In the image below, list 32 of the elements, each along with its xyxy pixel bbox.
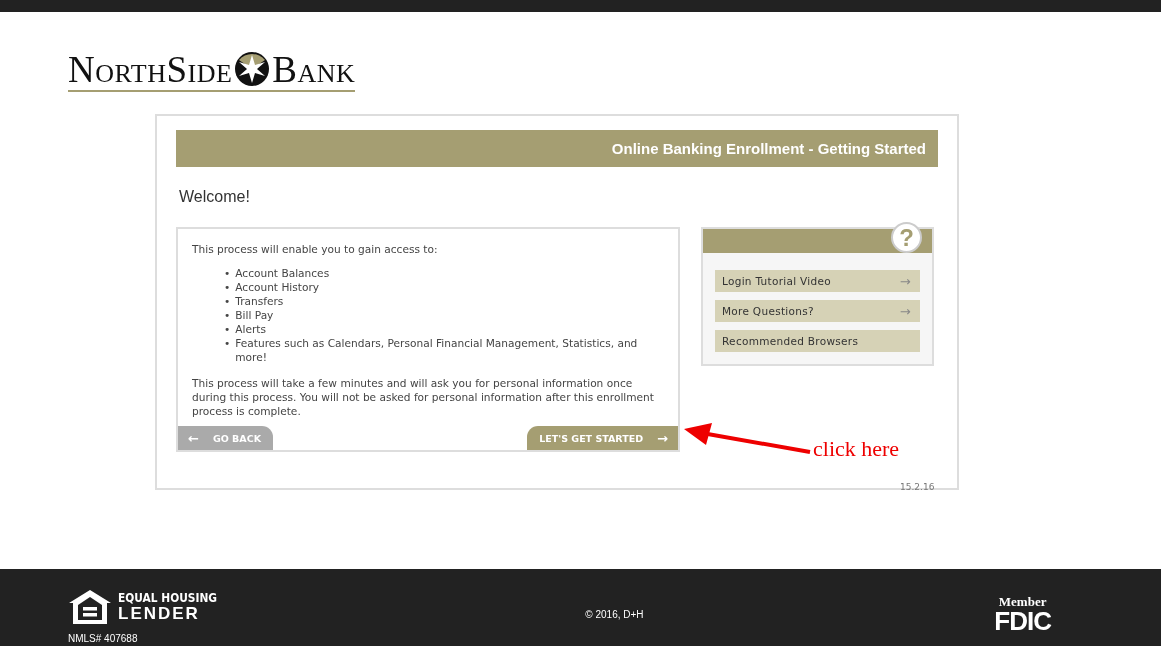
feature-item: Account History <box>235 280 320 294</box>
bullet: • <box>224 294 231 308</box>
panel-title: Online Banking Enrollment - Getting Started <box>611 140 926 157</box>
help-link[interactable]: Login Tutorial Video → <box>715 270 920 292</box>
bullet: • <box>224 280 231 294</box>
help-link[interactable]: Recommended Browsers <box>715 330 920 352</box>
help-icon: ? <box>891 222 922 253</box>
feature-item: Alerts <box>235 322 266 336</box>
equal-housing-text: EQUAL HOUSING <box>118 592 218 605</box>
bullet: • <box>224 308 231 322</box>
copyright-text: © 2016, D+H <box>585 608 644 620</box>
nmls-text: NMLS# 407688 <box>68 633 139 644</box>
star-emblem-icon <box>234 50 271 88</box>
logo-text: NorthSide <box>68 50 233 88</box>
welcome-heading: Welcome! <box>179 188 250 205</box>
logo-text: Bank <box>272 50 356 88</box>
feature-item: Features such as Calendars, Personal Financial Management, Statistics, and more! <box>235 336 639 364</box>
lender-text: LENDER <box>118 604 201 622</box>
intro-text: This process will enable you to gain access to: <box>192 243 438 255</box>
help-link[interactable]: More Questions? → <box>715 300 920 322</box>
feature-item: Account Balances <box>235 266 330 280</box>
fdic-logo-text: FDIC <box>994 608 1051 634</box>
note-text: This process will take a few minutes and will ask you for personal information once during this process. You will not be asked for personal information after this enrollment process is complete. <box>192 377 654 417</box>
bullet: • <box>224 266 231 280</box>
feature-item: Transfers <box>235 294 284 308</box>
version-text: 15.2.16 <box>900 482 935 492</box>
house-icon <box>68 589 112 625</box>
member-text: Member <box>998 595 1047 608</box>
annotation-text: click here <box>813 436 900 462</box>
bullet: • <box>224 322 231 336</box>
bullet: • <box>224 336 231 351</box>
feature-item: Bill Pay <box>235 308 274 322</box>
